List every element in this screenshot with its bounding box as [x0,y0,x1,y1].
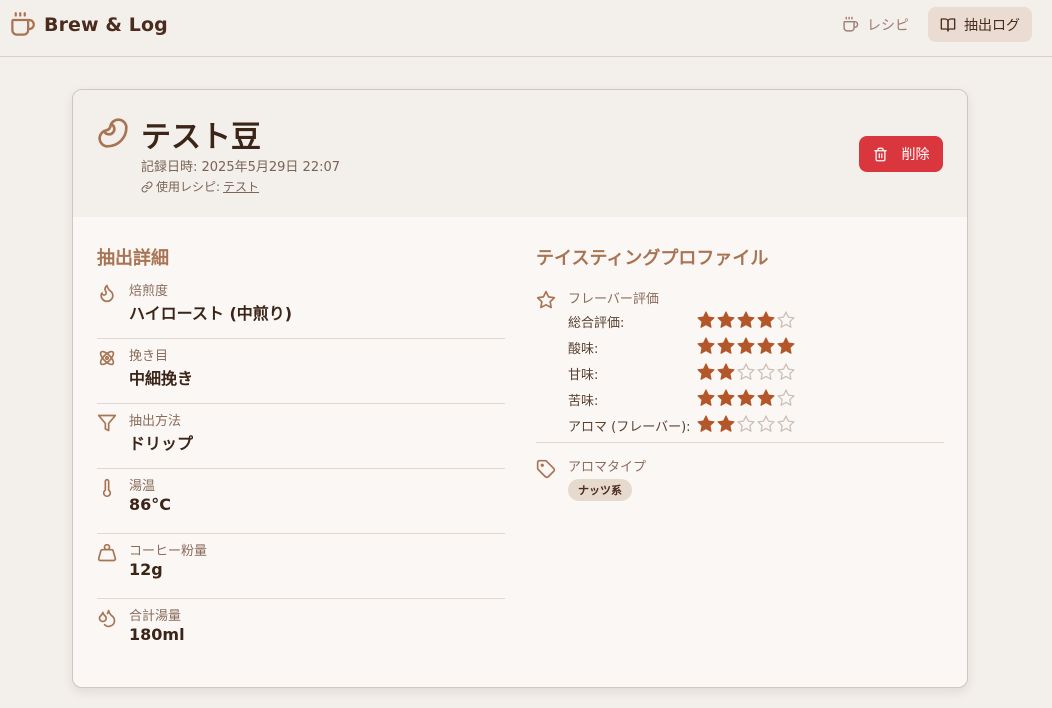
star-rating [696,388,796,408]
nav-brew-log[interactable]: 抽出ログ [928,7,1032,42]
recipe-link[interactable]: テスト [223,178,259,195]
detail-method: 抽出方法 ドリップ [97,404,505,469]
star-empty-icon [777,415,795,432]
rating-label: 酸味: [568,342,599,357]
detail-label: 合計湯量 [129,609,182,624]
rating-label: アロマ (フレーバー): [568,420,691,435]
star-empty-icon [737,415,755,432]
star-filled-icon [737,389,755,406]
detail-value: 中細挽き [129,369,194,388]
star-filled-icon [697,311,715,328]
star-filled-icon [737,311,755,328]
star-empty-icon [777,363,795,380]
detail-value: 180ml [129,625,185,644]
star-filled-icon [757,337,775,354]
rating-bitterness: 苦味: [568,387,938,409]
page-title: テスト豆 [141,120,261,155]
filter-icon [97,413,117,433]
brand[interactable]: Brew & Log [9,11,168,38]
recorded-date: 記録日時: 2025年5月29日 22:07 [141,160,341,175]
used-recipe-label: 使用レシピ: [156,180,221,194]
flavor-header: フレーバー評価 [568,292,659,307]
rating-overall: 総合評価: [568,309,938,331]
star-empty-icon [737,363,755,380]
brew-log-card: テスト豆 記録日時: 2025年5月29日 22:07 使用レシピ: テスト 削… [72,89,968,688]
star-filled-icon [697,389,715,406]
star-filled-icon [697,415,715,432]
detail-value: ハイロースト (中煎り) [129,304,293,323]
detail-label: 挽き目 [129,349,169,364]
flame-icon [97,283,117,303]
nav-recipe-label: レシピ [867,17,909,34]
divider [536,442,944,443]
detail-roast: 焙煎度 ハイロースト (中煎り) [97,274,505,339]
weight-icon [97,543,117,563]
detail-grind: 挽き目 中細挽き [97,339,505,404]
book-open-icon [940,17,956,33]
star-rating [696,310,796,330]
app-title: Brew & Log [44,13,168,36]
rating-aroma: アロマ (フレーバー): [568,413,938,435]
star-rating [696,336,796,356]
star-empty-icon [777,311,795,328]
star-empty-icon [757,415,775,432]
aroma-tag: ナッツ系 [568,479,632,501]
used-recipe: 使用レシピ: テスト [141,178,259,195]
tag-icon [536,459,556,479]
detail-value: 12g [129,560,163,579]
star-filled-icon [737,337,755,354]
detail-value: 86°C [129,495,172,514]
detail-label: コーヒー粉量 [129,544,208,559]
rating-label: 総合評価: [568,316,625,331]
star-filled-icon [717,311,735,328]
bean-icon [97,117,129,149]
trash-icon [873,147,888,162]
detail-label: 湯温 [129,479,156,494]
droplets-icon [97,608,117,628]
delete-label: 削除 [901,147,930,163]
star-rating [696,362,796,382]
detail-label: 焙煎度 [129,284,169,299]
aroma-type-label: アロマタイプ [568,460,647,475]
star-filled-icon [717,337,735,354]
star-filled-icon [757,311,775,328]
nav-brew-log-label: 抽出ログ [964,17,1020,34]
star-filled-icon [697,363,715,380]
card-header: テスト豆 記録日時: 2025年5月29日 22:07 使用レシピ: テスト 削… [73,90,967,217]
star-filled-icon [697,337,715,354]
detail-water-amount: 合計湯量 180ml [97,599,505,664]
detail-label: 抽出方法 [129,414,182,429]
link-icon [141,181,153,193]
star-filled-icon [717,415,735,432]
rating-label: 苦味: [568,394,599,409]
rating-acidity: 酸味: [568,335,938,357]
star-filled-icon [757,389,775,406]
coffee-cup-icon [9,11,36,38]
top-bar: Brew & Log レシピ 抽出ログ [0,0,1052,57]
rating-sweetness: 甘味: [568,361,938,383]
grind-icon [97,348,117,368]
star-rating [696,414,796,434]
star-icon [536,290,556,310]
nav-recipe[interactable]: レシピ [832,7,919,42]
rating-label: 甘味: [568,368,599,383]
star-empty-icon [777,389,795,406]
star-empty-icon [757,363,775,380]
thermometer-icon [97,478,117,498]
tasting-title: テイスティングプロファイル [536,248,769,269]
star-filled-icon [717,389,735,406]
star-filled-icon [717,363,735,380]
delete-button[interactable]: 削除 [859,136,943,172]
coffee-cup-icon [842,16,859,33]
star-filled-icon [777,337,795,354]
detail-value: ドリップ [129,434,194,453]
detail-coffee-amount: コーヒー粉量 12g [97,534,505,599]
detail-temperature: 湯温 86°C [97,469,505,534]
details-title: 抽出詳細 [97,248,169,269]
